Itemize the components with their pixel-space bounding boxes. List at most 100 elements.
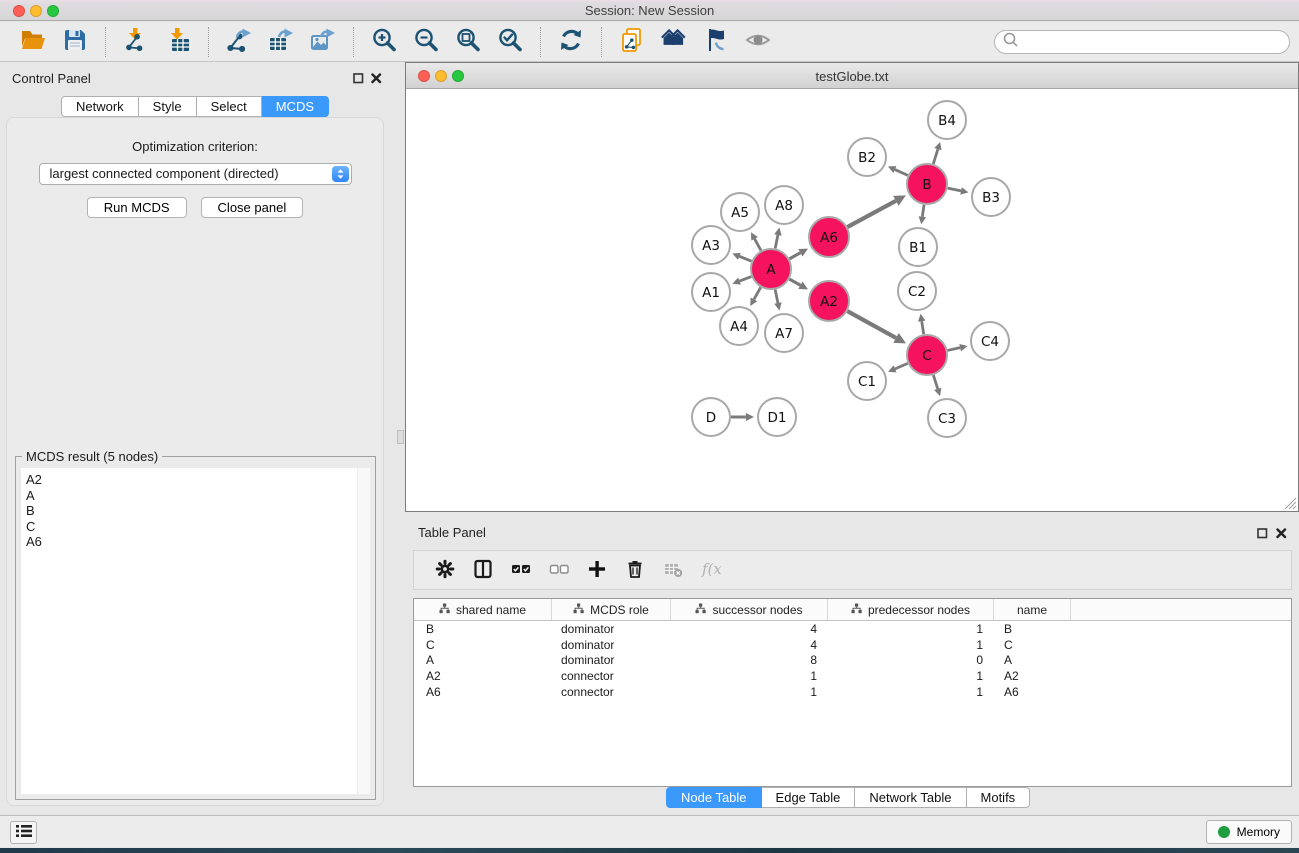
cell-name[interactable]: B bbox=[994, 621, 1071, 637]
home-button[interactable] bbox=[659, 27, 689, 57]
cell-name[interactable]: C bbox=[994, 637, 1071, 653]
graph-edge-C-C4[interactable] bbox=[947, 344, 967, 351]
tab-select[interactable]: Select bbox=[197, 96, 262, 117]
column-header-shared-name[interactable]: shared name bbox=[414, 599, 552, 620]
graph-edge-C-C2[interactable] bbox=[918, 314, 925, 335]
zoom-out-button[interactable] bbox=[411, 27, 441, 57]
graph-edge-B-B2[interactable] bbox=[888, 166, 908, 175]
cell-mcds-role[interactable]: dominator bbox=[552, 637, 671, 653]
cell-successor-nodes[interactable]: 4 bbox=[671, 621, 828, 637]
add-column-button[interactable] bbox=[584, 557, 610, 583]
graph-node-B3[interactable]: B3 bbox=[972, 178, 1010, 216]
open-file-button[interactable] bbox=[18, 27, 48, 57]
save-session-button[interactable] bbox=[60, 27, 90, 57]
export-image-button[interactable] bbox=[308, 27, 338, 57]
graph-edge-A-A4[interactable] bbox=[750, 287, 760, 306]
import-network-button[interactable] bbox=[121, 27, 151, 57]
zoom-selected-button[interactable] bbox=[495, 27, 525, 57]
cell-successor-nodes[interactable]: 4 bbox=[671, 637, 828, 653]
column-header-predecessor-nodes[interactable]: predecessor nodes bbox=[828, 599, 994, 620]
mcds-result-item[interactable]: A2 bbox=[26, 472, 370, 488]
graph-node-A6[interactable]: A6 bbox=[809, 217, 849, 257]
graph-node-B[interactable]: B bbox=[907, 164, 947, 204]
column-layout-button[interactable] bbox=[470, 557, 496, 583]
cell-predecessor-nodes[interactable]: 1 bbox=[828, 668, 994, 684]
graph-edge-C-C1[interactable] bbox=[888, 363, 908, 372]
graph-node-C[interactable]: C bbox=[907, 335, 947, 375]
cell-shared-name[interactable]: A2 bbox=[414, 668, 552, 684]
resize-grip-icon[interactable] bbox=[1284, 497, 1297, 510]
graph-edge-B-B1[interactable] bbox=[919, 205, 926, 224]
graph-edge-A-A5[interactable] bbox=[751, 232, 761, 250]
cell-shared-name[interactable]: B bbox=[414, 621, 552, 637]
cell-predecessor-nodes[interactable]: 1 bbox=[828, 637, 994, 653]
graph-node-C3[interactable]: C3 bbox=[928, 399, 966, 437]
show-panels-button[interactable] bbox=[10, 821, 37, 844]
flag-button[interactable] bbox=[701, 27, 731, 57]
tab-mcds[interactable]: MCDS bbox=[262, 96, 329, 117]
cell-name[interactable]: A bbox=[994, 653, 1071, 669]
table-float-panel-icon[interactable] bbox=[1255, 526, 1269, 540]
clone-network-button[interactable] bbox=[617, 27, 647, 57]
graph-node-A2[interactable]: A2 bbox=[809, 281, 849, 321]
graph-node-D1[interactable]: D1 bbox=[758, 398, 796, 436]
tab-style[interactable]: Style bbox=[139, 96, 197, 117]
graph-node-A5[interactable]: A5 bbox=[721, 193, 759, 231]
refresh-button[interactable] bbox=[556, 27, 586, 57]
cell-mcds-role[interactable]: dominator bbox=[552, 653, 671, 669]
graph-node-A8[interactable]: A8 bbox=[765, 186, 803, 224]
cell-name[interactable]: A2 bbox=[994, 668, 1071, 684]
graph-edge-A-A8[interactable] bbox=[774, 228, 781, 249]
cell-mcds-role[interactable]: connector bbox=[552, 668, 671, 684]
tab-network-table[interactable]: Network Table bbox=[855, 787, 966, 808]
panel-splitter-handle[interactable] bbox=[397, 430, 404, 444]
graph-node-B1[interactable]: B1 bbox=[899, 228, 937, 266]
column-header-name[interactable]: name bbox=[994, 599, 1071, 620]
table-settings-button[interactable] bbox=[432, 557, 458, 583]
close-panel-icon[interactable] bbox=[369, 71, 383, 85]
table-row-a2[interactable]: A2connector11A2 bbox=[414, 668, 1291, 684]
table-row-a6[interactable]: A6connector11A6 bbox=[414, 684, 1291, 700]
network-canvas[interactable]: B4B2BB3A8A5A6A3B1AA1C2A2A4A7C4CC1C3DD1 bbox=[406, 89, 1298, 511]
criterion-select[interactable]: largest connected component (directed) bbox=[39, 163, 352, 185]
graph-node-C4[interactable]: C4 bbox=[971, 322, 1009, 360]
delete-column-button[interactable] bbox=[622, 557, 648, 583]
mcds-result-item[interactable]: C bbox=[26, 519, 370, 535]
cell-shared-name[interactable]: A bbox=[414, 653, 552, 669]
table-row-c[interactable]: Cdominator41C bbox=[414, 637, 1291, 653]
cell-shared-name[interactable]: C bbox=[414, 637, 552, 653]
memory-button[interactable]: Memory bbox=[1206, 820, 1292, 844]
tab-edge-table[interactable]: Edge Table bbox=[762, 787, 856, 808]
graph-node-A1[interactable]: A1 bbox=[692, 273, 730, 311]
column-header-successor-nodes[interactable]: successor nodes bbox=[671, 599, 828, 620]
cell-predecessor-nodes[interactable]: 1 bbox=[828, 684, 994, 700]
run-mcds-button[interactable]: Run MCDS bbox=[87, 197, 187, 218]
cell-successor-nodes[interactable]: 1 bbox=[671, 668, 828, 684]
tab-node-table[interactable]: Node Table bbox=[666, 787, 762, 808]
graph-node-A3[interactable]: A3 bbox=[692, 226, 730, 264]
graph-edge-A2-C[interactable] bbox=[847, 311, 906, 343]
cell-predecessor-nodes[interactable]: 1 bbox=[828, 621, 994, 637]
table-row-b[interactable]: Bdominator41B bbox=[414, 621, 1291, 637]
graph-node-A4[interactable]: A4 bbox=[720, 307, 758, 345]
export-network-button[interactable] bbox=[224, 27, 254, 57]
float-panel-icon[interactable] bbox=[351, 71, 365, 85]
tab-motifs[interactable]: Motifs bbox=[967, 787, 1031, 808]
cell-shared-name[interactable]: A6 bbox=[414, 684, 552, 700]
cell-predecessor-nodes[interactable]: 0 bbox=[828, 653, 994, 669]
mcds-result-item[interactable]: B bbox=[26, 503, 370, 519]
graph-node-B2[interactable]: B2 bbox=[848, 138, 886, 176]
import-table-button[interactable] bbox=[163, 27, 193, 57]
graph-edge-B-B4[interactable] bbox=[933, 142, 941, 164]
mcds-result-item[interactable]: A bbox=[26, 488, 370, 504]
graph-edge-A-A2[interactable] bbox=[789, 279, 808, 289]
graph-edge-C-C3[interactable] bbox=[933, 375, 941, 396]
graph-node-A[interactable]: A bbox=[751, 249, 791, 289]
graph-edge-B-B3[interactable] bbox=[948, 187, 969, 194]
zoom-in-button[interactable] bbox=[369, 27, 399, 57]
cell-name[interactable]: A6 bbox=[994, 684, 1071, 700]
zoom-fit-button[interactable] bbox=[453, 27, 483, 57]
graph-edge-A-A6[interactable] bbox=[789, 249, 808, 259]
table-row-a[interactable]: Adominator80A bbox=[414, 653, 1291, 669]
column-header-mcds-role[interactable]: MCDS role bbox=[552, 599, 671, 620]
